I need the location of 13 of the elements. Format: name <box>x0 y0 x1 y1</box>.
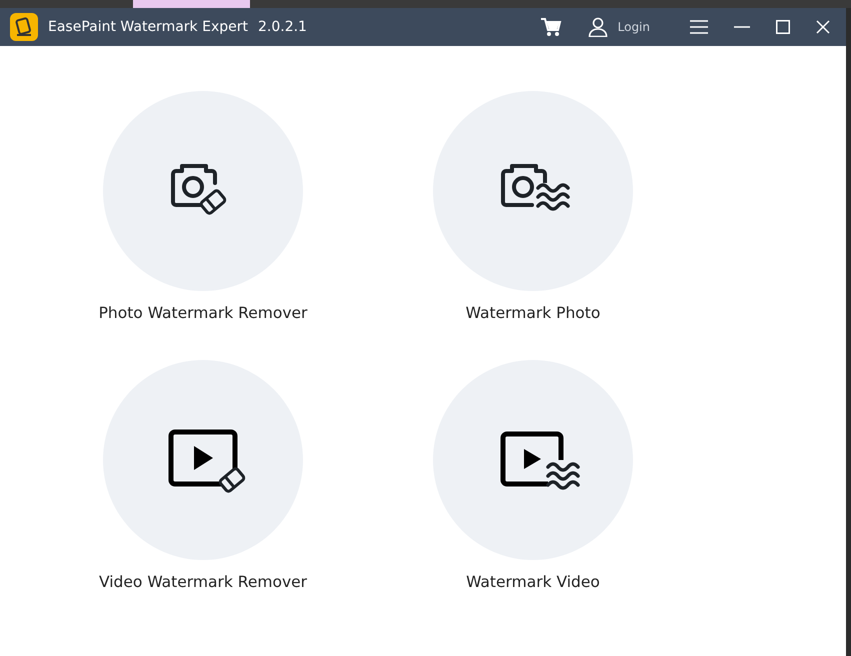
menu-icon[interactable] <box>690 20 708 34</box>
login-link[interactable]: Login <box>618 20 650 34</box>
tool-label[interactable]: Video Watermark Remover <box>98 573 308 591</box>
window-title: EasePaint Watermark Expert <box>48 19 248 35</box>
user-icon[interactable] <box>588 17 608 37</box>
cart-icon[interactable] <box>540 17 562 37</box>
tool-label[interactable]: Photo Watermark Remover <box>98 304 308 322</box>
app-logo-icon <box>10 13 38 41</box>
version-number: 2.0.2.1 <box>258 19 307 35</box>
tool-label[interactable]: Watermark Video <box>466 573 600 591</box>
close-icon[interactable] <box>816 20 830 34</box>
tool-label[interactable]: Watermark Photo <box>466 304 600 322</box>
maximize-icon[interactable] <box>776 20 790 34</box>
